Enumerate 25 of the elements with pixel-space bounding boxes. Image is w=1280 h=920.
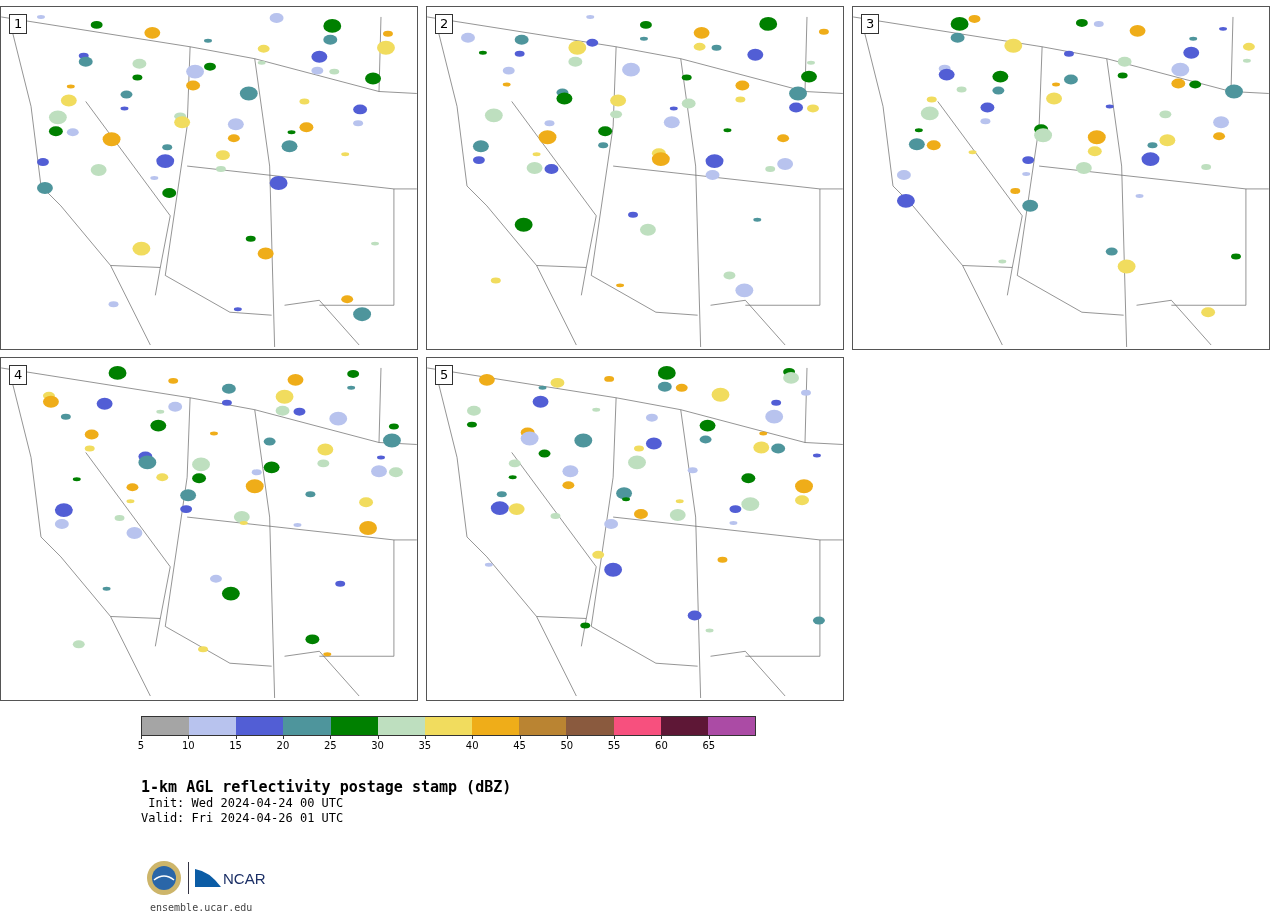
panel-number: 4 <box>9 365 28 385</box>
panel-number: 2 <box>435 14 454 34</box>
valid-time: Valid: Fri 2024-04-26 01 UTC <box>141 811 345 826</box>
tick-label: 5 <box>137 740 145 751</box>
logo-text: NCAR <box>223 869 266 887</box>
tick-label: 65 <box>702 740 716 751</box>
tick-label: 30 <box>371 740 384 751</box>
website-url: ensemble.ucar.edu <box>150 902 254 913</box>
tick-label: 40 <box>465 740 479 751</box>
init-time: Init: Wed 2024-04-24 00 UTC <box>147 796 345 811</box>
seal-icon <box>146 860 182 896</box>
tick-label: 25 <box>323 740 337 751</box>
tick-label: 45 <box>513 740 526 751</box>
panel-number: 5 <box>435 365 454 385</box>
panel-number: 3 <box>861 14 880 34</box>
swoosh-logo-icon <box>195 868 221 888</box>
tick-label: 50 <box>560 740 574 751</box>
tick-label: 60 <box>655 740 668 751</box>
chart-title: 1-km AGL reflectivity postage stamp (dBZ) <box>141 778 513 796</box>
tick-label: 55 <box>607 740 621 751</box>
tick-label: 10 <box>181 740 195 751</box>
tick-label: 35 <box>418 740 432 751</box>
tick-label: 15 <box>229 740 242 751</box>
tick-label: 20 <box>276 740 290 751</box>
panel-number: 1 <box>9 14 28 34</box>
